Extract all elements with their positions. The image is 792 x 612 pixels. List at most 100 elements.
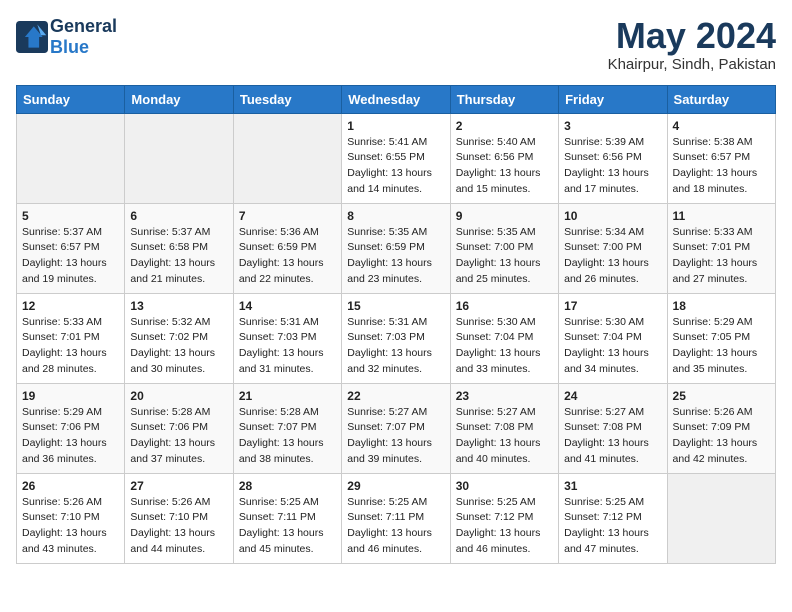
daylight-text: Daylight: 13 hours and 40 minutes.: [456, 437, 541, 465]
sunrise-text: Sunrise: 5:25 AM: [564, 496, 644, 508]
sunset-text: Sunset: 7:02 PM: [130, 331, 208, 343]
cell-info: Sunrise: 5:31 AMSunset: 7:03 PMDaylight:…: [239, 315, 336, 378]
sunset-text: Sunset: 6:56 PM: [564, 151, 642, 163]
cell-info: Sunrise: 5:33 AMSunset: 7:01 PMDaylight:…: [22, 315, 119, 378]
sunset-text: Sunset: 6:55 PM: [347, 151, 425, 163]
cell-date: 5: [22, 209, 119, 223]
daylight-text: Daylight: 13 hours and 33 minutes.: [456, 347, 541, 375]
calendar-cell: 3 Sunrise: 5:39 AMSunset: 6:56 PMDaylight…: [559, 113, 667, 203]
daylight-text: Daylight: 13 hours and 21 minutes.: [130, 257, 215, 285]
cell-date: 13: [130, 299, 227, 313]
daylight-text: Daylight: 13 hours and 23 minutes.: [347, 257, 432, 285]
sunrise-text: Sunrise: 5:35 AM: [347, 226, 427, 238]
cell-date: 22: [347, 389, 444, 403]
calendar-cell: 14Sunrise: 5:31 AMSunset: 7:03 PMDayligh…: [233, 293, 341, 383]
sunset-text: Sunset: 7:06 PM: [130, 421, 208, 433]
cell-info: Sunrise: 5:28 AMSunset: 7:06 PMDaylight:…: [130, 405, 227, 468]
cell-info: Sunrise: 5:36 AMSunset: 6:59 PMDaylight:…: [239, 225, 336, 288]
daylight-text: Daylight: 13 hours and 25 minutes.: [456, 257, 541, 285]
daylight-text: Daylight: 13 hours and 38 minutes.: [239, 437, 324, 465]
cell-info: Sunrise: 5:30 AMSunset: 7:04 PMDaylight:…: [456, 315, 553, 378]
sunset-text: Sunset: 7:01 PM: [22, 331, 100, 343]
sunset-text: Sunset: 7:01 PM: [673, 241, 751, 253]
cell-info: Sunrise: 5:39 AMSunset: 6:56 PMDaylight:…: [564, 135, 661, 198]
calendar-cell: [667, 473, 775, 563]
cell-info: Sunrise: 5:29 AMSunset: 7:06 PMDaylight:…: [22, 405, 119, 468]
calendar-cell: 30Sunrise: 5:25 AMSunset: 7:12 PMDayligh…: [450, 473, 558, 563]
sunset-text: Sunset: 7:07 PM: [347, 421, 425, 433]
cell-info: Sunrise: 5:25 AMSunset: 7:12 PMDaylight:…: [564, 495, 661, 558]
cell-date: 30: [456, 479, 553, 493]
sunset-text: Sunset: 7:00 PM: [564, 241, 642, 253]
sunset-text: Sunset: 7:10 PM: [22, 511, 100, 523]
sunrise-text: Sunrise: 5:27 AM: [347, 406, 427, 418]
sunrise-text: Sunrise: 5:25 AM: [239, 496, 319, 508]
cell-info: Sunrise: 5:27 AMSunset: 7:08 PMDaylight:…: [564, 405, 661, 468]
calendar-cell: 13Sunrise: 5:32 AMSunset: 7:02 PMDayligh…: [125, 293, 233, 383]
week-row-5: 26Sunrise: 5:26 AMSunset: 7:10 PMDayligh…: [17, 473, 776, 563]
sunset-text: Sunset: 7:12 PM: [564, 511, 642, 523]
calendar-cell: 26Sunrise: 5:26 AMSunset: 7:10 PMDayligh…: [17, 473, 125, 563]
sunrise-text: Sunrise: 5:26 AM: [130, 496, 210, 508]
daylight-text: Daylight: 13 hours and 17 minutes.: [564, 167, 649, 195]
sunrise-text: Sunrise: 5:34 AM: [564, 226, 644, 238]
calendar-cell: 8Sunrise: 5:35 AMSunset: 6:59 PMDaylight…: [342, 203, 450, 293]
daylight-text: Daylight: 13 hours and 37 minutes.: [130, 437, 215, 465]
sunset-text: Sunset: 7:06 PM: [22, 421, 100, 433]
cell-info: Sunrise: 5:28 AMSunset: 7:07 PMDaylight:…: [239, 405, 336, 468]
cell-info: Sunrise: 5:37 AMSunset: 6:58 PMDaylight:…: [130, 225, 227, 288]
calendar-cell: 16 Sunrise: 5:30 AMSunset: 7:04 PMDayligh…: [450, 293, 558, 383]
sunrise-text: Sunrise: 5:31 AM: [239, 316, 319, 328]
daylight-text: Daylight: 13 hours and 44 minutes.: [130, 527, 215, 555]
cell-date: 12: [22, 299, 119, 313]
calendar-table: SundayMondayTuesdayWednesdayThursdayFrid…: [16, 85, 776, 564]
cell-info: Sunrise: 5:29 AMSunset: 7:05 PMDaylight:…: [673, 315, 770, 378]
cell-info: Sunrise: 5:34 AMSunset: 7:00 PMDaylight:…: [564, 225, 661, 288]
cell-date: 28: [239, 479, 336, 493]
sunset-text: Sunset: 7:03 PM: [347, 331, 425, 343]
logo-general-text: General: [50, 16, 117, 36]
cell-info: Sunrise: 5:35 AMSunset: 7:00 PMDaylight:…: [456, 225, 553, 288]
sunrise-text: Sunrise: 5:41 AM: [347, 136, 427, 148]
calendar-cell: 7Sunrise: 5:36 AMSunset: 6:59 PMDaylight…: [233, 203, 341, 293]
sunset-text: Sunset: 7:08 PM: [564, 421, 642, 433]
sunrise-text: Sunrise: 5:28 AM: [239, 406, 319, 418]
cell-info: Sunrise: 5:26 AMSunset: 7:10 PMDaylight:…: [130, 495, 227, 558]
cell-date: 3: [564, 119, 661, 133]
cell-date: 26: [22, 479, 119, 493]
sunrise-text: Sunrise: 5:25 AM: [456, 496, 536, 508]
sunset-text: Sunset: 7:08 PM: [456, 421, 534, 433]
calendar-cell: 25Sunrise: 5:26 AMSunset: 7:09 PMDayligh…: [667, 383, 775, 473]
daylight-text: Daylight: 13 hours and 18 minutes.: [673, 167, 758, 195]
logo-blue-text: Blue: [50, 37, 89, 57]
sunset-text: Sunset: 7:04 PM: [564, 331, 642, 343]
calendar-cell: 12 Sunrise: 5:33 AMSunset: 7:01 PMDayligh…: [17, 293, 125, 383]
calendar-cell: 27 Sunrise: 5:26 AMSunset: 7:10 PMDayligh…: [125, 473, 233, 563]
daylight-text: Daylight: 13 hours and 46 minutes.: [456, 527, 541, 555]
sunrise-text: Sunrise: 5:40 AM: [456, 136, 536, 148]
cell-date: 16: [456, 299, 553, 313]
sunrise-text: Sunrise: 5:36 AM: [239, 226, 319, 238]
cell-date: 18: [673, 299, 770, 313]
calendar-cell: 1Sunrise: 5:41 AMSunset: 6:55 PMDaylight…: [342, 113, 450, 203]
calendar-cell: 19 Sunrise: 5:29 AMSunset: 7:06 PMDayligh…: [17, 383, 125, 473]
cell-info: Sunrise: 5:25 AMSunset: 7:11 PMDaylight:…: [347, 495, 444, 558]
cell-date: 1: [347, 119, 444, 133]
cell-date: 19: [22, 389, 119, 403]
calendar-cell: 11Sunrise: 5:33 AMSunset: 7:01 PMDayligh…: [667, 203, 775, 293]
daylight-text: Daylight: 13 hours and 15 minutes.: [456, 167, 541, 195]
daylight-text: Daylight: 13 hours and 30 minutes.: [130, 347, 215, 375]
sunset-text: Sunset: 7:05 PM: [673, 331, 751, 343]
daylight-text: Daylight: 13 hours and 28 minutes.: [22, 347, 107, 375]
sunrise-text: Sunrise: 5:33 AM: [673, 226, 753, 238]
cell-date: 27: [130, 479, 227, 493]
cell-date: 21: [239, 389, 336, 403]
sunset-text: Sunset: 7:11 PM: [239, 511, 316, 523]
sunrise-text: Sunrise: 5:25 AM: [347, 496, 427, 508]
daylight-text: Daylight: 13 hours and 22 minutes.: [239, 257, 324, 285]
cell-info: Sunrise: 5:41 AMSunset: 6:55 PMDaylight:…: [347, 135, 444, 198]
daylight-text: Daylight: 13 hours and 32 minutes.: [347, 347, 432, 375]
sunrise-text: Sunrise: 5:27 AM: [564, 406, 644, 418]
day-header-thursday: Thursday: [450, 85, 558, 113]
sunrise-text: Sunrise: 5:37 AM: [22, 226, 102, 238]
